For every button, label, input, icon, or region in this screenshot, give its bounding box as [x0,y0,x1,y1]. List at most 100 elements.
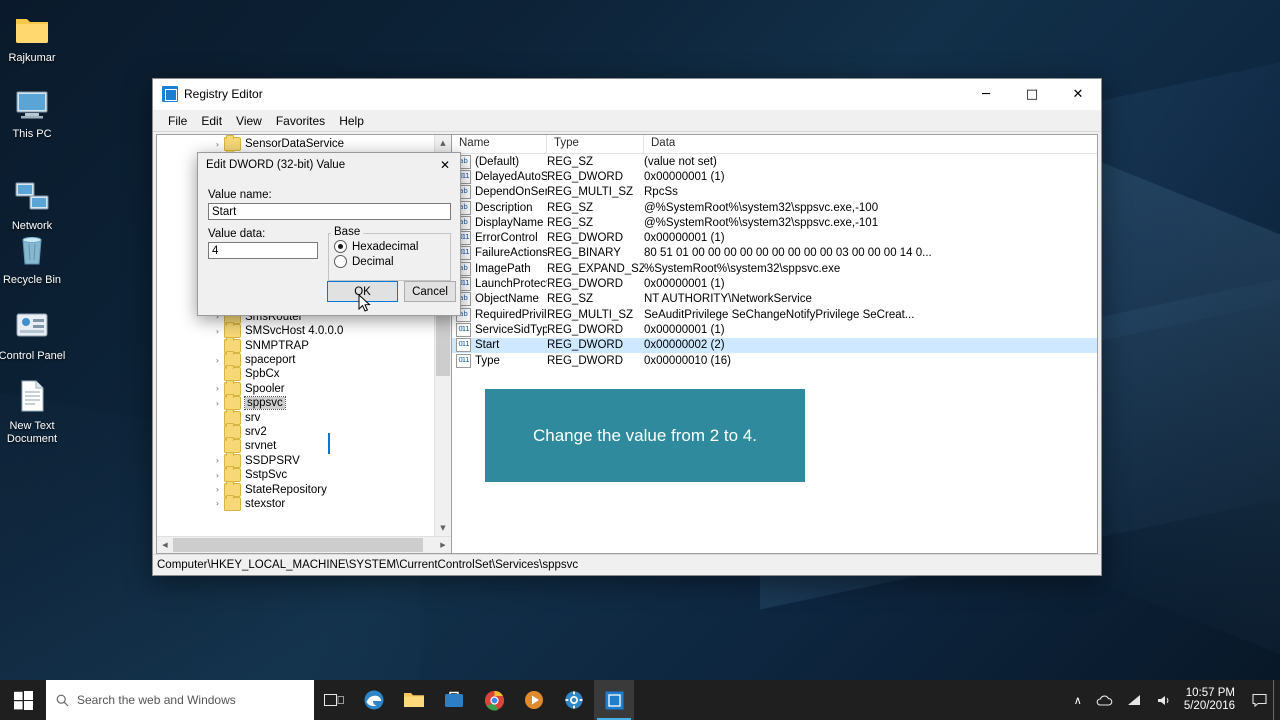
registry-editor-taskbar-icon[interactable] [594,680,634,720]
scroll-down-icon[interactable]: ▼ [435,520,451,536]
registry-value-row[interactable]: abImagePathREG_EXPAND_SZ%SystemRoot%\sys… [452,261,1097,276]
scroll-right-icon[interactable]: ▶ [435,537,451,553]
registry-editor-icon [162,86,178,102]
chevron-right-icon[interactable]: › [211,140,224,149]
registry-tree-node[interactable]: ›Spooler [157,382,451,396]
chevron-right-icon[interactable]: › [211,356,224,365]
chevron-right-icon[interactable]: › [211,485,224,494]
menu-favorites[interactable]: Favorites [269,112,332,130]
base-option-hexadecimal[interactable]: Hexadecimal [334,240,418,253]
chevron-right-icon[interactable]: › [211,384,224,393]
registry-tree-node[interactable]: srv [157,410,451,424]
registry-tree-node[interactable]: ›stexstor [157,497,451,511]
edge-icon[interactable] [354,680,394,720]
ok-button[interactable]: OK [327,281,398,302]
hscroll-thumb[interactable] [173,538,423,552]
show-desktop-button[interactable] [1273,680,1280,720]
start-button[interactable] [0,680,46,720]
cancel-button[interactable]: Cancel [404,281,456,302]
maximize-button[interactable]: □ [1009,80,1055,109]
chevron-right-icon[interactable]: › [211,327,224,336]
tray-chevron-icon[interactable]: ∧ [1067,680,1089,720]
settings-icon[interactable] [554,680,594,720]
chevron-right-icon[interactable]: › [211,456,224,465]
radio-decimal-icon[interactable] [334,255,347,268]
registry-tree-node[interactable]: SpbCx [157,367,451,381]
registry-tree-node[interactable]: ›spaceport [157,353,451,367]
value-data-label: Value data: [208,228,265,240]
registry-tree-node[interactable]: ›sppsvc [157,396,451,410]
status-bar: Computer\HKEY_LOCAL_MACHINE\SYSTEM\Curre… [153,554,1101,575]
registry-tree-node[interactable]: srvnet [157,439,451,453]
registry-value-row[interactable]: 011DelayedAutoStartREG_DWORD0x00000001 (… [452,169,1097,184]
clock[interactable]: 10:57 PM 5/20/2016 [1178,687,1245,713]
registry-value-row[interactable]: abDisplayNameREG_SZ@%SystemRoot%\system3… [452,215,1097,230]
value-data-cell: NT AUTHORITY\NetworkService [644,293,1097,305]
base-option-decimal[interactable]: Decimal [334,255,394,268]
close-button[interactable]: ✕ [1055,80,1101,109]
registry-value-row[interactable]: abRequiredPrivile...REG_MULTI_SZSeAuditP… [452,307,1097,322]
chevron-right-icon[interactable]: › [211,471,224,480]
window-titlebar[interactable]: Registry Editor ─ □ ✕ [153,79,1101,110]
column-header-data[interactable]: Data [644,135,1097,153]
registry-value-row[interactable]: 011TypeREG_DWORD0x00000010 (16) [452,353,1097,368]
scroll-up-icon[interactable]: ▲ [435,135,451,151]
desktop-icon-control-panel[interactable]: Control Panel [0,306,70,363]
chevron-right-icon[interactable]: › [211,399,224,408]
value-data-input[interactable] [208,242,318,259]
menu-help[interactable]: Help [332,112,371,130]
chrome-icon[interactable] [474,680,514,720]
media-icon[interactable] [514,680,554,720]
registry-value-row[interactable]: ab(Default)REG_SZ(value not set) [452,154,1097,169]
store-icon[interactable] [434,680,474,720]
registry-tree-node[interactable]: ›StateRepository [157,482,451,496]
network-icon[interactable] [1120,680,1149,720]
scroll-left-icon[interactable]: ◀ [157,537,173,553]
file-explorer-icon[interactable] [394,680,434,720]
registry-value-row[interactable]: 011ServiceSidTypeREG_DWORD0x00000001 (1) [452,322,1097,337]
instruction-callout: Change the value from 2 to 4. [485,389,805,482]
task-view-icon[interactable] [314,680,354,720]
registry-value-row[interactable]: abDescriptionREG_SZ@%SystemRoot%\system3… [452,200,1097,215]
column-header-type[interactable]: Type [547,135,644,153]
minimize-button[interactable]: ─ [963,80,1009,109]
chevron-right-icon[interactable]: › [211,499,224,508]
radio-hexadecimal-icon[interactable] [334,240,347,253]
action-center-icon[interactable] [1245,693,1273,707]
value-name-text: FailureActions [475,247,547,259]
dialog-close-button[interactable]: ✕ [430,153,460,177]
taskbar-search-box[interactable]: Search the web and Windows [46,680,314,720]
registry-tree-node[interactable]: ›SSDPSRV [157,454,451,468]
registry-value-row[interactable]: 011StartREG_DWORD0x00000002 (2) [452,338,1097,353]
desktop-icon-network[interactable]: Network [0,176,70,233]
value-name-text: Start [475,339,499,351]
menu-edit[interactable]: Edit [194,112,229,130]
registry-value-row[interactable]: 011FailureActionsREG_BINARY80 51 01 00 0… [452,246,1097,261]
tree-horizontal-scrollbar[interactable]: ◀ ▶ [157,536,451,553]
desktop-icon-recycle-bin[interactable]: Recycle Bin [0,230,70,287]
desktop-icon-new-text-document[interactable]: New Text Document [0,376,70,446]
desktop-icon-this-pc[interactable]: This PC [0,84,70,141]
volume-icon[interactable] [1149,680,1178,720]
dword-value-icon: 011 [456,338,471,352]
registry-tree-node[interactable]: SNMPTRAP [157,338,451,352]
desktop-icon-user-folder[interactable]: Rajkumar [0,8,70,65]
registry-value-row[interactable]: abDependOnServiceREG_MULTI_SZRpcSs [452,185,1097,200]
value-type-cell: REG_DWORD [547,278,644,290]
registry-value-row[interactable]: abObjectNameREG_SZNT AUTHORITY\NetworkSe… [452,292,1097,307]
registry-value-row[interactable]: 011LaunchProtectedREG_DWORD0x00000001 (1… [452,276,1097,291]
column-header-name[interactable]: Name [452,135,547,153]
registry-value-row[interactable]: 011ErrorControlREG_DWORD0x00000001 (1) [452,230,1097,245]
registry-tree-node[interactable]: ›SMSvcHost 4.0.0.0 [157,324,451,338]
menu-file[interactable]: File [161,112,194,130]
menu-view[interactable]: View [229,112,269,130]
value-name-input[interactable] [208,203,451,220]
onedrive-icon[interactable] [1089,680,1120,720]
registry-tree-node[interactable]: srv2 [157,425,451,439]
registry-tree-node[interactable]: ›SstpSvc [157,468,451,482]
hscroll-track[interactable] [173,537,435,553]
dword-value-icon: 011 [456,323,471,337]
registry-tree-node[interactable]: ›SensorDataService [157,137,451,151]
value-name-cell: 011DelayedAutoStart [452,170,547,184]
dialog-titlebar[interactable]: Edit DWORD (32-bit) Value ✕ [198,153,460,177]
